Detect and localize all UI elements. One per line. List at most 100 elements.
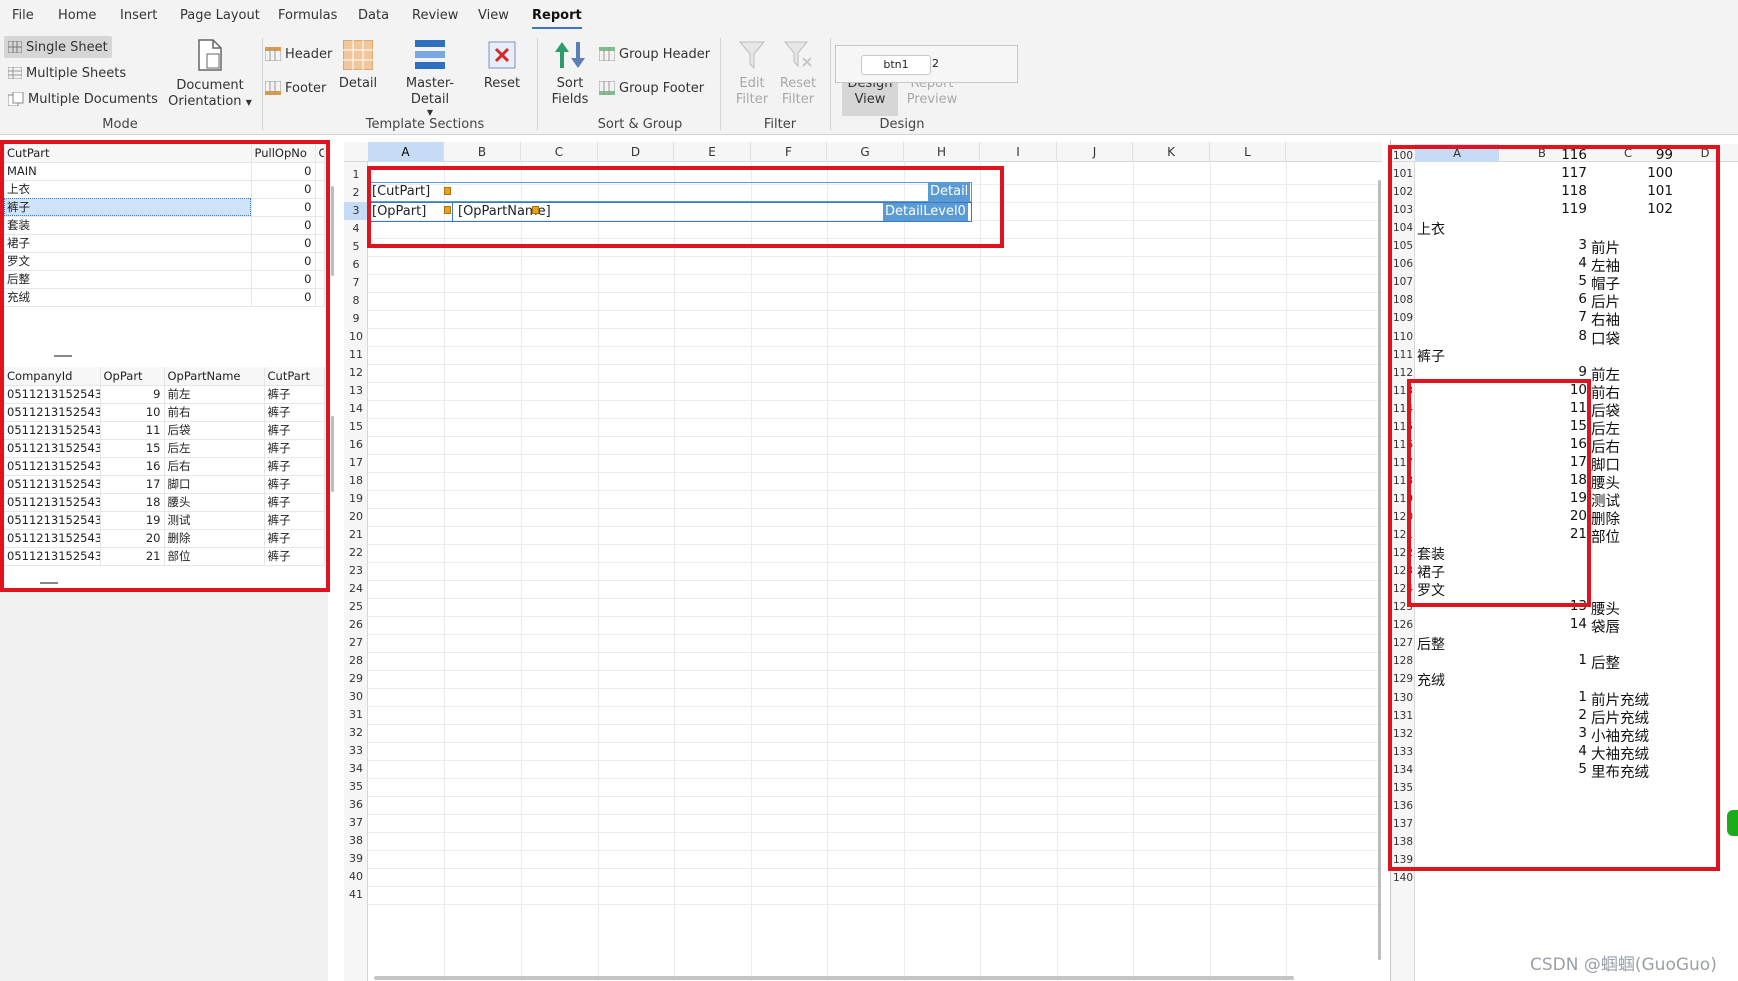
preview-row[interactable]: 110 8 口袋	[1391, 327, 1738, 348]
preview-row[interactable]: 127 后整	[1391, 633, 1738, 653]
preview-row[interactable]: 109 7 右袖	[1391, 308, 1738, 329]
row-header[interactable]: 29	[344, 670, 368, 688]
row-header[interactable]: 22	[344, 544, 368, 562]
preview-row[interactable]: 138	[1391, 832, 1738, 852]
preview-row[interactable]: 139	[1391, 850, 1738, 870]
row-header[interactable]: 36	[344, 796, 368, 814]
master-detail-button[interactable]: Master-Detail ▼	[388, 40, 472, 118]
row-header[interactable]: 30	[344, 688, 368, 706]
reset-filter-button[interactable]: Reset Filter	[776, 40, 820, 108]
preview-row[interactable]: 106 4 左袖	[1391, 254, 1738, 275]
preview-row[interactable]: 131 2 后片充绒	[1391, 706, 1738, 727]
row-header[interactable]: 40	[344, 868, 368, 886]
horizontal-scrollbar[interactable]	[374, 976, 1294, 980]
preview-row[interactable]: 132 3 小袖充绒	[1391, 724, 1738, 745]
preview-row[interactable]: 120 20 删除	[1391, 507, 1738, 528]
column-header-companyid[interactable]: CompanyId	[4, 367, 101, 386]
column-header-g[interactable]: G	[827, 142, 904, 162]
row-header[interactable]: 16	[344, 436, 368, 454]
preview-row[interactable]: 124 罗文	[1391, 579, 1738, 599]
preview-row[interactable]: 137	[1391, 814, 1738, 834]
column-header-d[interactable]: D	[598, 142, 674, 162]
preview-row[interactable]: 105 3 前片	[1391, 236, 1738, 257]
sort-fields-button[interactable]: Sort Fields	[548, 40, 592, 108]
preview-row[interactable]: 104 上衣	[1391, 218, 1738, 238]
oppart-row[interactable]: 05112131525437720删除裤子	[4, 529, 325, 548]
column-header-pullopno[interactable]: PullOpNo	[251, 144, 316, 163]
row-header[interactable]: 11	[344, 346, 368, 364]
row-header[interactable]: 1	[344, 166, 368, 184]
cutpart-row[interactable]: 裤子 0	[4, 198, 325, 217]
row-header[interactable]: 41	[344, 886, 368, 904]
report-preview-sheet[interactable]: A B C D 100 116 99 101 117 100 102 118 101 103 119…	[1390, 140, 1738, 981]
oppart-row[interactable]: 05112131525437719测试裤子	[4, 511, 325, 530]
row-header[interactable]: 20	[344, 508, 368, 526]
row-header[interactable]: 13	[344, 382, 368, 400]
column-header-k[interactable]: K	[1133, 142, 1210, 162]
preview-row[interactable]: 121 21 部位	[1391, 525, 1738, 546]
row-header[interactable]: 23	[344, 562, 368, 580]
row-header[interactable]: 26	[344, 616, 368, 634]
preview-row[interactable]: 108 6 后片	[1391, 290, 1738, 311]
column-header-oppart[interactable]: OpPart	[100, 367, 165, 386]
oppart-row[interactable]: 05112131525437718腰头裤子	[4, 493, 325, 512]
preview-row[interactable]: 125 13 腰头	[1391, 597, 1738, 618]
column-header-f[interactable]: F	[751, 142, 827, 162]
row-header[interactable]: 27	[344, 634, 368, 652]
oppart-row[interactable]: 05112131525437717脚口裤子	[4, 475, 325, 494]
cutpart-row[interactable]: 套装 0	[4, 216, 325, 235]
menu-view[interactable]: View	[478, 8, 509, 23]
row-header[interactable]: 33	[344, 742, 368, 760]
row-header[interactable]: 39	[344, 850, 368, 868]
row-header[interactable]: 3	[344, 202, 368, 220]
cutpart-row[interactable]: 后整 0	[4, 270, 325, 289]
btn1-button[interactable]: btn1	[861, 55, 931, 75]
row-header[interactable]: 38	[344, 832, 368, 850]
row-header[interactable]: 28	[344, 652, 368, 670]
column-header-j[interactable]: J	[1057, 142, 1133, 162]
preview-row[interactable]: 101 117 100	[1391, 164, 1738, 184]
preview-row[interactable]: 134 5 里布充绒	[1391, 760, 1738, 781]
row-header[interactable]: 35	[344, 778, 368, 796]
header-button[interactable]: Header	[265, 44, 332, 64]
preview-row[interactable]: 136	[1391, 796, 1738, 816]
detail-range[interactable]	[368, 182, 972, 202]
column-header-c[interactable]: C	[521, 142, 598, 162]
column-header-b[interactable]: B	[444, 142, 521, 162]
column-header-cutpart[interactable]: CutPart	[264, 367, 325, 386]
cutpart-row[interactable]: 罗文 0	[4, 252, 325, 271]
scrollbar-thumb[interactable]	[331, 186, 334, 276]
menu-file[interactable]: File	[12, 8, 34, 23]
preview-row[interactable]: 117 17 脚口	[1391, 453, 1738, 474]
menu-formulas[interactable]: Formulas	[278, 8, 337, 23]
menu-insert[interactable]: Insert	[120, 8, 157, 23]
preview-row[interactable]: 140	[1391, 868, 1738, 888]
reset-button[interactable]: Reset	[478, 40, 526, 92]
preview-row[interactable]: 107 5 帽子	[1391, 272, 1738, 293]
single-sheet-button[interactable]: Single Sheet	[4, 36, 112, 58]
scrollbar-thumb[interactable]	[331, 416, 334, 492]
side-widget-icon[interactable]	[1727, 810, 1738, 836]
menu-page-layout[interactable]: Page Layout	[180, 8, 260, 23]
row-header[interactable]: 6	[344, 256, 368, 274]
cutpart-row[interactable]: MAIN 0	[4, 162, 325, 181]
row-header[interactable]: 12	[344, 364, 368, 382]
preview-row[interactable]: 123 裙子	[1391, 561, 1738, 581]
column-header-c[interactable]: C	[315, 144, 325, 163]
row-header[interactable]: 2	[344, 184, 368, 202]
oppart-row[interactable]: 0511213152543779前左裤子	[4, 385, 325, 404]
row-header[interactable]: 5	[344, 238, 368, 256]
splitter-grip[interactable]	[54, 355, 72, 357]
cell-a2[interactable]: [CutPart]	[372, 184, 430, 199]
row-header[interactable]: 10	[344, 328, 368, 346]
row-header[interactable]: 21	[344, 526, 368, 544]
row-header[interactable]: 24	[344, 580, 368, 598]
preview-row[interactable]: 133 4 大袖充绒	[1391, 742, 1738, 763]
cutpart-row[interactable]: 裙子 0	[4, 234, 325, 253]
group-header-button[interactable]: Group Header	[599, 44, 710, 64]
row-header[interactable]: 15	[344, 418, 368, 436]
preview-row[interactable]: 111 裤子	[1391, 345, 1738, 365]
row-header[interactable]: 31	[344, 706, 368, 724]
column-header-a[interactable]: A	[368, 142, 444, 162]
preview-row[interactable]: 135	[1391, 778, 1738, 798]
